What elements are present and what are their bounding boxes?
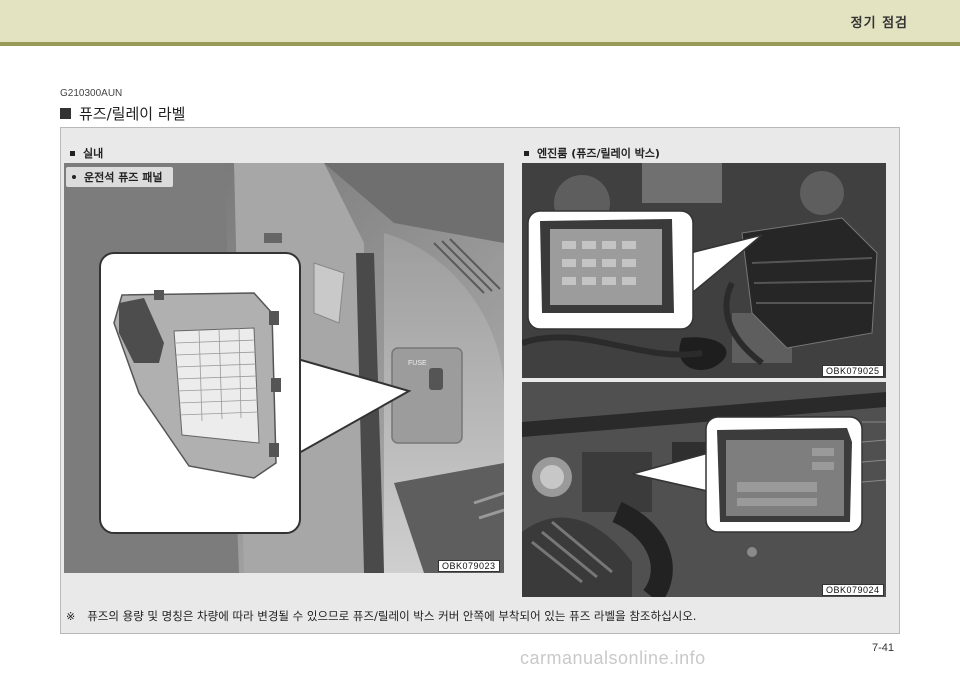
right-panel-label: 엔진룸 (퓨즈/릴레이 박스) <box>524 145 660 161</box>
interior-fuse-panel-photo: FUSE <box>64 163 504 573</box>
section-title-text: 퓨즈/릴레이 라벨 <box>79 105 186 123</box>
engine-illustration-bottom <box>522 382 886 597</box>
note-line: ※ 퓨즈의 용량 및 명칭은 차량에 따라 변경될 수 있으므로 퓨즈/릴레이 … <box>66 608 696 624</box>
header-bar <box>0 0 960 42</box>
chapter-title: 정기 점검 <box>850 16 908 31</box>
bullet-icon <box>70 150 75 156</box>
note-text: 퓨즈의 용량 및 명칭은 차량에 따라 변경될 수 있으므로 퓨즈/릴레이 박스… <box>87 609 697 623</box>
fuse-cover-text: FUSE <box>408 360 427 367</box>
section-code: G210300AUN <box>60 88 123 99</box>
right-panel-label-text: 엔진룸 (퓨즈/릴레이 박스) <box>537 147 660 160</box>
note-mark: ※ <box>66 609 76 623</box>
engine-room-cover-photo <box>522 382 886 597</box>
image-code-left: OBK079023 <box>438 560 500 572</box>
engine-illustration-top <box>522 163 886 378</box>
left-panel-label: 실내 <box>70 145 103 161</box>
header-divider <box>0 42 960 46</box>
image-code-right-bottom: OBK079024 <box>822 584 884 596</box>
sublabel-text: 운전석 퓨즈 패널 <box>84 171 163 184</box>
bullet-icon <box>524 150 529 156</box>
left-panel-label-text: 실내 <box>83 147 104 160</box>
engine-room-fuse-box-photo <box>522 163 886 378</box>
page-number: 7-41 <box>871 642 894 654</box>
square-bullet-icon <box>60 108 71 119</box>
watermark-text: carmanualsonline.info <box>520 648 706 668</box>
dot-icon <box>72 175 76 179</box>
driver-fuse-panel-sublabel: 운전석 퓨즈 패널 <box>66 167 173 187</box>
section-title: 퓨즈/릴레이 라벨 <box>60 103 185 124</box>
image-code-right-top: OBK079025 <box>822 365 884 377</box>
interior-illustration <box>64 163 504 573</box>
